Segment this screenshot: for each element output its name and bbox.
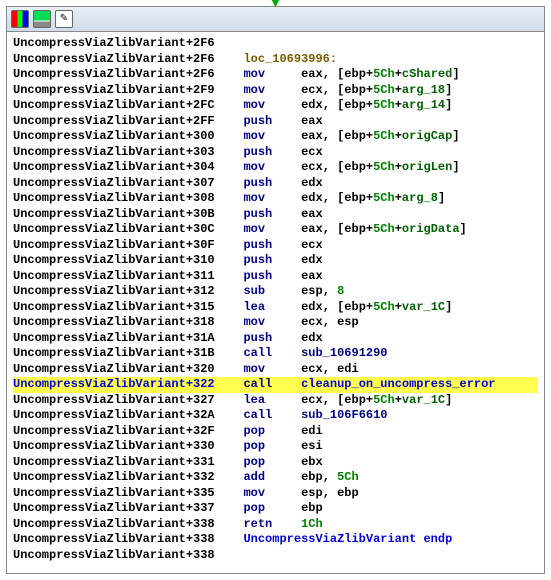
asm-line[interactable]: UncompressViaZlibVariant+32A call sub_10… xyxy=(13,408,538,424)
asm-line[interactable]: UncompressViaZlibVariant+330 pop esi xyxy=(13,439,538,455)
disassembly-listing[interactable]: UncompressViaZlibVariant+2F6 UncompressV… xyxy=(7,32,544,573)
asm-line[interactable]: UncompressViaZlibVariant+30F push ecx xyxy=(13,238,538,254)
asm-line[interactable]: UncompressViaZlibVariant+30C mov eax, [e… xyxy=(13,222,538,238)
asm-line[interactable]: UncompressViaZlibVariant+312 sub esp, 8 xyxy=(13,284,538,300)
asm-line[interactable]: UncompressViaZlibVariant+31B call sub_10… xyxy=(13,346,538,362)
asm-line[interactable]: UncompressViaZlibVariant+335 mov esp, eb… xyxy=(13,486,538,502)
asm-line[interactable]: UncompressViaZlibVariant+331 pop ebx xyxy=(13,455,538,471)
asm-line[interactable]: UncompressViaZlibVariant+32F pop edi xyxy=(13,424,538,440)
asm-line[interactable]: UncompressViaZlibVariant+2F6 loc_1069399… xyxy=(13,52,538,68)
asm-line[interactable]: UncompressViaZlibVariant+338 retn 1Ch xyxy=(13,517,538,533)
asm-line[interactable]: UncompressViaZlibVariant+31A push edx xyxy=(13,331,538,347)
asm-line[interactable]: UncompressViaZlibVariant+337 pop ebp xyxy=(13,501,538,517)
asm-line[interactable]: UncompressViaZlibVariant+318 mov ecx, es… xyxy=(13,315,538,331)
disassembly-window: ▼ ✎ UncompressViaZlibVariant+2F6 Uncompr… xyxy=(6,6,545,574)
asm-line[interactable]: UncompressViaZlibVariant+322 call cleanu… xyxy=(13,377,538,393)
asm-line[interactable]: UncompressViaZlibVariant+308 mov edx, [e… xyxy=(13,191,538,207)
asm-line[interactable]: UncompressViaZlibVariant+338 UncompressV… xyxy=(13,532,538,548)
asm-line[interactable]: UncompressViaZlibVariant+2F9 mov ecx, [e… xyxy=(13,83,538,99)
asm-line[interactable]: UncompressViaZlibVariant+311 push eax xyxy=(13,269,538,285)
asm-line[interactable]: UncompressViaZlibVariant+2FC mov edx, [e… xyxy=(13,98,538,114)
asm-line[interactable]: UncompressViaZlibVariant+2F6 xyxy=(13,36,538,52)
asm-line[interactable]: UncompressViaZlibVariant+2F6 mov eax, [e… xyxy=(13,67,538,83)
window-titlebar: ▼ ✎ xyxy=(7,7,544,32)
monitor-icon[interactable] xyxy=(33,10,51,28)
asm-line[interactable]: UncompressViaZlibVariant+303 push ecx xyxy=(13,145,538,161)
insertion-arrow-icon: ▼ xyxy=(271,1,279,7)
asm-line[interactable]: UncompressViaZlibVariant+300 mov eax, [e… xyxy=(13,129,538,145)
asm-line[interactable]: UncompressViaZlibVariant+320 mov ecx, ed… xyxy=(13,362,538,378)
asm-line[interactable]: UncompressViaZlibVariant+327 lea ecx, [e… xyxy=(13,393,538,409)
colors-icon[interactable] xyxy=(11,10,29,28)
asm-line[interactable]: UncompressViaZlibVariant+315 lea edx, [e… xyxy=(13,300,538,316)
asm-line[interactable]: UncompressViaZlibVariant+304 mov ecx, [e… xyxy=(13,160,538,176)
pencil-icon[interactable]: ✎ xyxy=(55,10,73,28)
asm-line[interactable]: UncompressViaZlibVariant+30B push eax xyxy=(13,207,538,223)
asm-line[interactable]: UncompressViaZlibVariant+332 add ebp, 5C… xyxy=(13,470,538,486)
asm-line[interactable]: UncompressViaZlibVariant+310 push edx xyxy=(13,253,538,269)
asm-line[interactable]: UncompressViaZlibVariant+307 push edx xyxy=(13,176,538,192)
asm-line[interactable]: UncompressViaZlibVariant+338 xyxy=(13,548,538,564)
asm-line[interactable]: UncompressViaZlibVariant+2FF push eax xyxy=(13,114,538,130)
